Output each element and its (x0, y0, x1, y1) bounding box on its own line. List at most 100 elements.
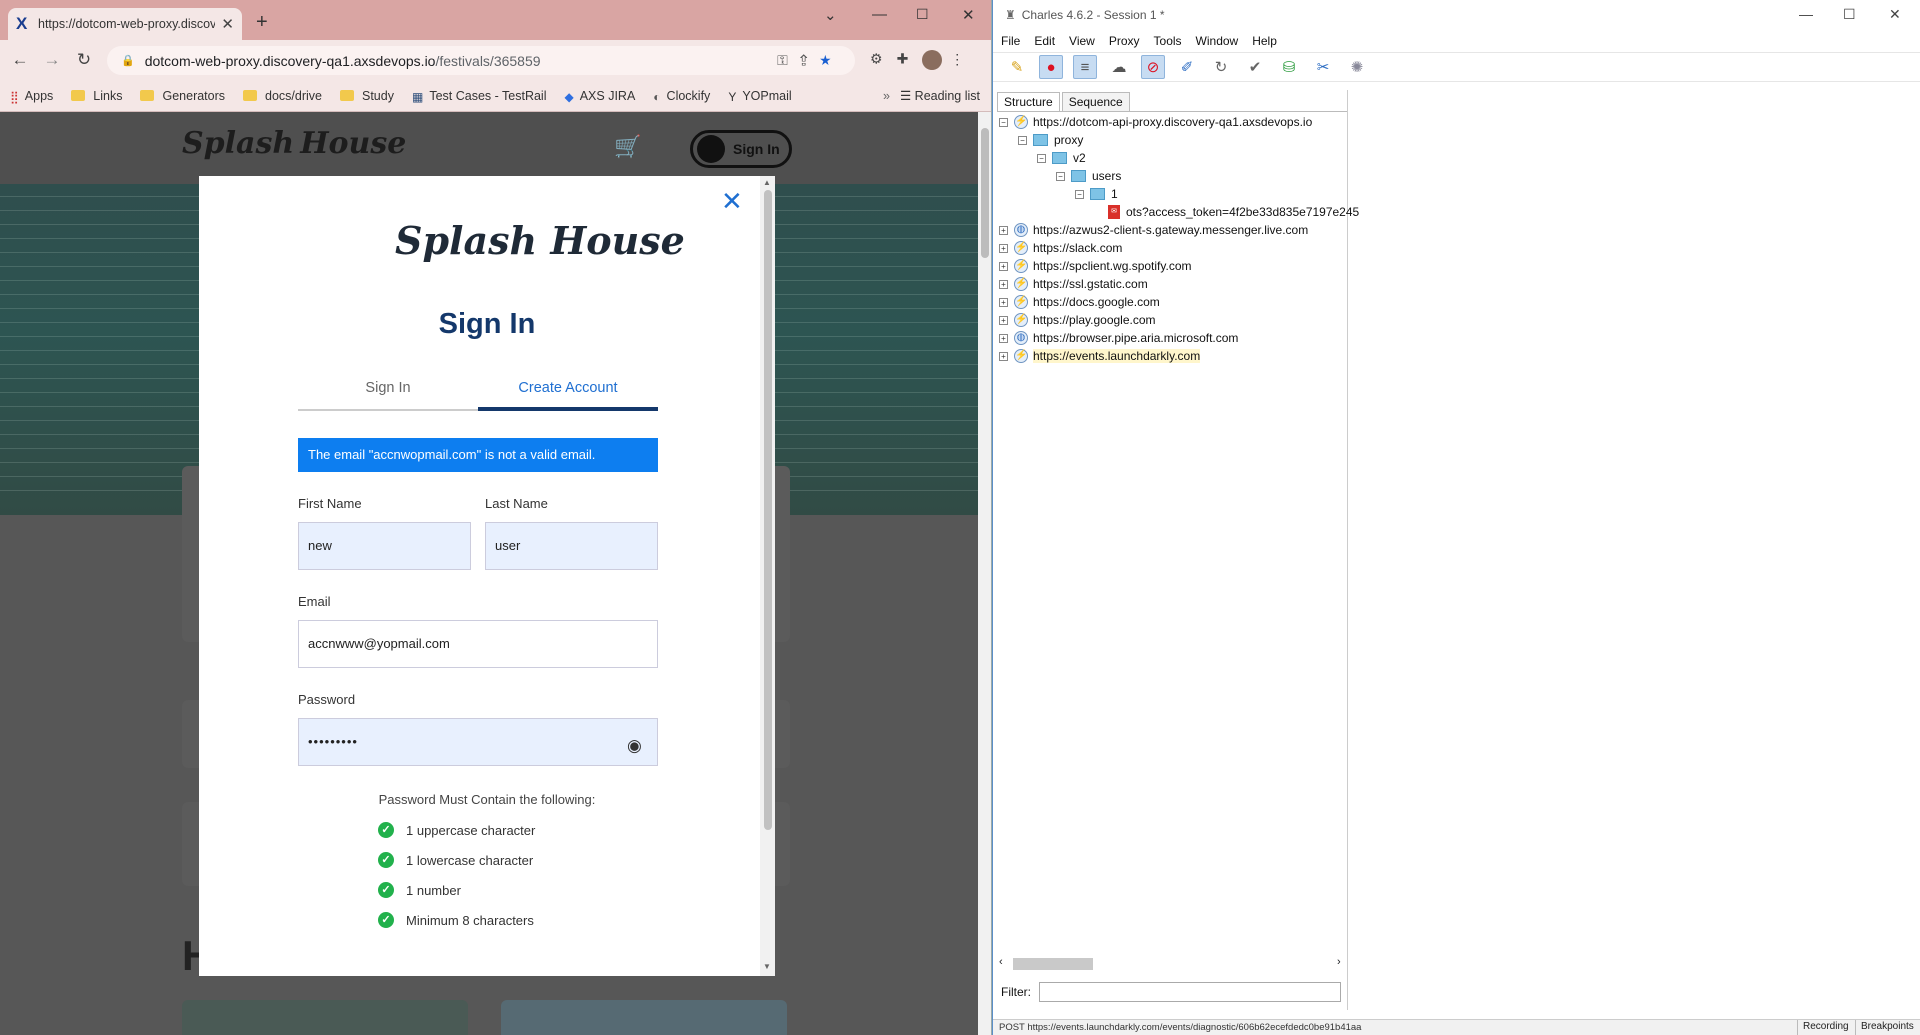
collapse-icon[interactable]: − (1056, 171, 1065, 181)
scroll-right-icon[interactable]: › (1337, 956, 1341, 968)
scrollbar-thumb[interactable] (764, 190, 772, 830)
expand-icon[interactable]: + (999, 279, 1008, 289)
collapse-icon[interactable]: − (1018, 135, 1027, 145)
menu-help[interactable]: Help (1252, 34, 1277, 48)
tree-folder-node[interactable]: −1 (1075, 185, 1118, 203)
close-tab-icon[interactable]: ✕ (221, 15, 234, 33)
expand-icon[interactable]: + (999, 261, 1008, 271)
tree-host-node[interactable]: + ⚡ https://play.google.com (999, 311, 1156, 329)
hide-password-icon[interactable]: ◉ (627, 736, 642, 756)
settings-icon[interactable]: ✺ (1345, 55, 1369, 79)
expand-icon[interactable]: + (999, 315, 1008, 325)
bookmark-docs-drive[interactable]: docs/drive (243, 89, 322, 103)
tree-host-node[interactable]: + ⚡ https://ssl.gstatic.com (999, 275, 1148, 293)
forward-icon[interactable]: → (40, 50, 64, 70)
menu-tools[interactable]: Tools (1154, 34, 1182, 48)
email-field[interactable]: accnwww@yopmail.com (298, 620, 658, 668)
tab-search-icon[interactable]: ⌄ (824, 6, 837, 24)
bookmark-yopmail[interactable]: Y YOPmail (728, 89, 791, 105)
site-logo[interactable]: Splash House (182, 126, 406, 161)
expand-icon[interactable]: + (999, 225, 1008, 235)
tree-folder-node[interactable]: − v2 (1037, 149, 1086, 167)
expand-icon[interactable]: + (999, 297, 1008, 307)
bookmark-links[interactable]: Links (71, 89, 122, 103)
bookmark-study[interactable]: Study (340, 89, 394, 103)
close-window-icon[interactable]: ✕ (962, 6, 975, 24)
first-name-field[interactable]: new (298, 522, 471, 570)
validate-icon[interactable]: ✔ (1243, 55, 1267, 79)
tree-host-node[interactable]: + ⚡ https://events.launchdarkly.com (999, 347, 1201, 365)
tools-icon[interactable]: ✂ (1311, 55, 1335, 79)
minimize-icon[interactable]: — (1799, 6, 1813, 22)
expand-icon[interactable]: + (999, 333, 1008, 343)
modal-scrollbar[interactable]: ▲ ▼ (760, 176, 775, 976)
header-sign-in-button[interactable]: Sign In (690, 130, 792, 168)
cart-icon[interactable]: 🛒 (614, 134, 641, 160)
tab-sign-in[interactable]: Sign In (298, 380, 478, 396)
throttle-icon[interactable]: ≡ (1073, 55, 1097, 79)
horizontal-scrollbar[interactable]: ‹ › (997, 956, 1348, 972)
scroll-up-icon[interactable]: ▲ (763, 178, 771, 187)
tab-structure[interactable]: Structure (997, 92, 1060, 111)
pen-icon[interactable]: ✐ (1175, 55, 1199, 79)
menu-proxy[interactable]: Proxy (1109, 34, 1140, 48)
extension-icon[interactable]: ⚙ (870, 51, 897, 67)
reading-list[interactable]: » ☰ Reading list (883, 88, 980, 103)
tab-create-account[interactable]: Create Account (478, 380, 658, 411)
password-field[interactable]: ••••••••• (298, 718, 658, 766)
back-icon[interactable]: ← (8, 50, 32, 70)
reload-icon[interactable]: ↻ (72, 50, 96, 70)
scrollbar-thumb[interactable] (981, 128, 989, 258)
close-window-icon[interactable]: ✕ (1889, 6, 1901, 23)
tab-sequence[interactable]: Sequence (1061, 92, 1130, 111)
address-bar[interactable]: 🔒 dotcom-web-proxy.discovery-qa1.axsdevo… (107, 46, 855, 75)
bookmark-star-icon[interactable]: ★ (820, 52, 843, 68)
collapse-icon[interactable]: − (1075, 189, 1084, 199)
close-modal-icon[interactable]: ✕ (721, 186, 743, 217)
menu-file[interactable]: File (1001, 34, 1020, 48)
minimize-icon[interactable]: — (872, 6, 887, 23)
tree-host-node[interactable]: + ⚡ https://spclient.wg.spotify.com (999, 257, 1192, 275)
last-name-field[interactable]: user (485, 522, 658, 570)
record-icon[interactable]: ● (1039, 55, 1063, 79)
maximize-icon[interactable]: ☐ (1843, 6, 1856, 23)
menu-window[interactable]: Window (1196, 34, 1239, 48)
tree-host-node[interactable]: + ⚡ https://slack.com (999, 239, 1122, 257)
new-tab-icon[interactable]: + (256, 11, 268, 34)
recording-button[interactable]: Recording (1797, 1020, 1854, 1035)
breakpoints-button[interactable]: Breakpoints (1855, 1020, 1919, 1035)
bookmark-testrail[interactable]: ▦ Test Cases - TestRail (412, 89, 547, 105)
scrollbar-thumb[interactable] (1013, 958, 1093, 970)
tree-host-node[interactable]: + ⚡ https://docs.google.com (999, 293, 1160, 311)
repeat-icon[interactable]: ↻ (1209, 55, 1233, 79)
more-menu-icon[interactable]: ⋮ (950, 51, 978, 67)
tree-request-node[interactable]: ✉ ots?access_token=4f2be33d835e7197e245 (1108, 203, 1359, 221)
page-scrollbar[interactable] (978, 112, 991, 1035)
tree-folder-node[interactable]: − users (1056, 167, 1121, 185)
turtle-icon[interactable]: ☁ (1107, 55, 1131, 79)
bookmark-jira[interactable]: ◆ AXS JIRA (564, 89, 635, 105)
puzzle-icon[interactable]: ✚ (897, 51, 923, 67)
bookmark-clockify[interactable]: ◐ Clockify (653, 89, 710, 105)
tree-host-node[interactable]: + ◍ https://azwus2-client-s.gateway.messen… (999, 221, 1308, 239)
scroll-down-icon[interactable]: ▼ (763, 962, 771, 971)
maximize-icon[interactable]: ☐ (916, 6, 929, 23)
share-icon[interactable]: ⇪ (800, 52, 820, 68)
collapse-icon[interactable]: − (999, 117, 1008, 127)
basket-icon[interactable]: ⛁ (1277, 55, 1301, 79)
tree-folder-node[interactable]: − proxy (1018, 131, 1083, 149)
filter-input[interactable] (1039, 982, 1341, 1002)
bookmark-apps[interactable]: ⣿ Apps (10, 89, 53, 105)
expand-icon[interactable]: + (999, 243, 1008, 253)
profile-avatar[interactable] (922, 50, 943, 70)
menu-edit[interactable]: Edit (1034, 34, 1055, 48)
bookmark-generators[interactable]: Generators (140, 89, 225, 103)
expand-icon[interactable]: + (999, 351, 1008, 361)
key-icon[interactable]: ⚿ (777, 52, 800, 68)
browser-tab[interactable]: X https://dotcom-web-proxy.discov ✕ (8, 8, 242, 40)
breakpoint-icon[interactable]: ⊘ (1141, 55, 1165, 79)
broom-icon[interactable]: ✎ (1005, 55, 1029, 79)
collapse-icon[interactable]: − (1037, 153, 1046, 163)
menu-view[interactable]: View (1069, 34, 1095, 48)
tree-host-node[interactable]: − ⚡ https://dotcom-api-proxy.discovery-qa1… (999, 113, 1312, 131)
